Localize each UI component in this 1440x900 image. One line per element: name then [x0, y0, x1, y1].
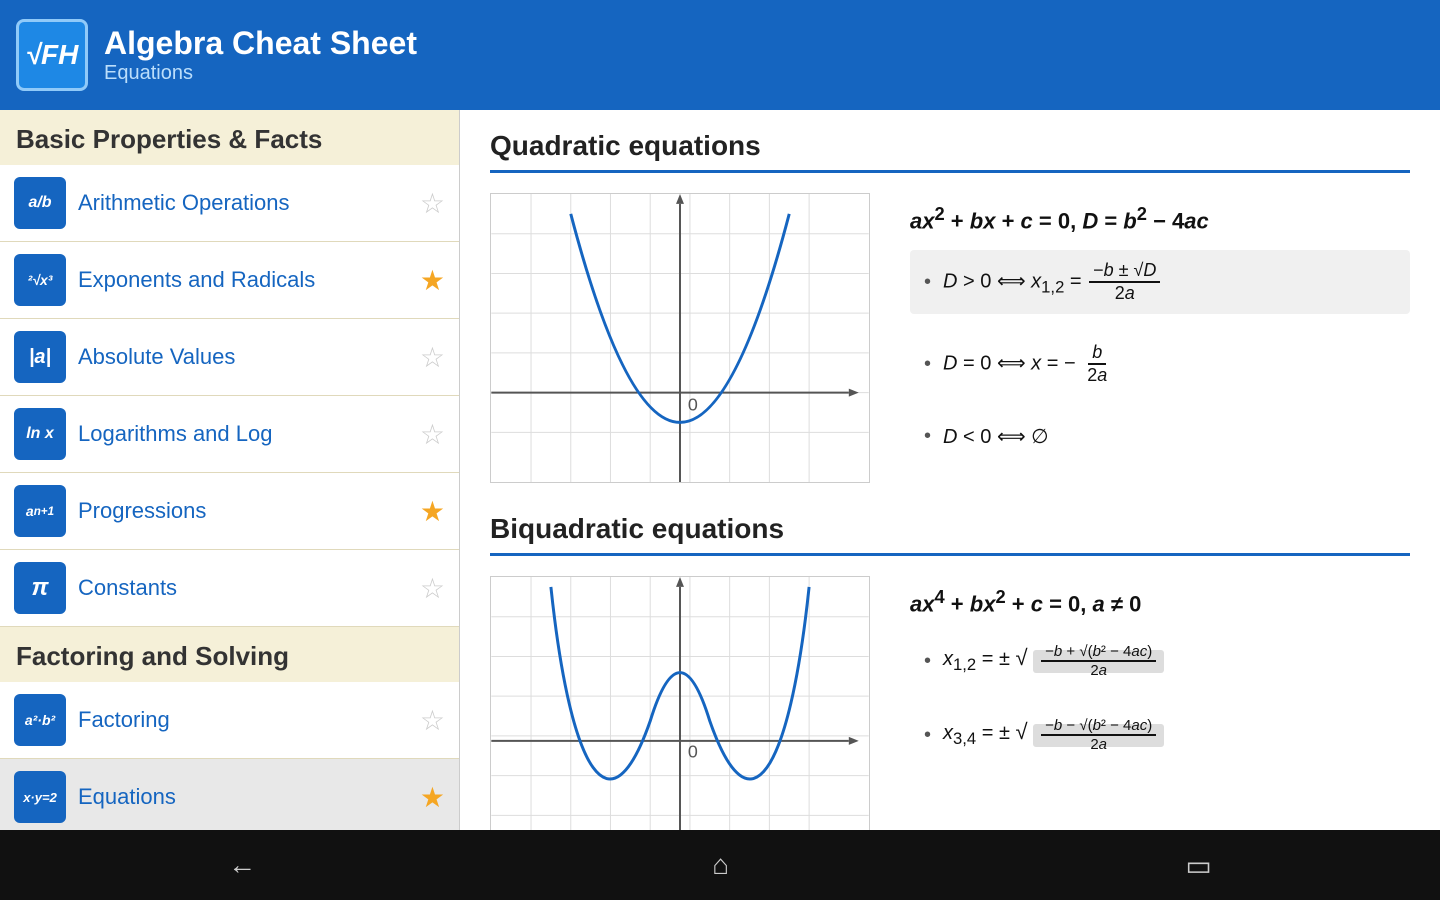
app-title-block: Algebra Cheat Sheet Equations: [104, 25, 417, 85]
sidebar-item-factoring[interactable]: a²·b² Factoring ☆: [0, 682, 459, 759]
quadratic-main-formula: ax2 + bx + c = 0, D = b2 − 4ac: [910, 203, 1410, 234]
formula-text-2: D = 0 ⟺ x = − b 2a: [943, 342, 1113, 386]
topbar: √FH Algebra Cheat Sheet Equations: [0, 0, 1440, 110]
sidebar-item-equations-label: Equations: [78, 784, 408, 810]
factoring-icon: a²·b²: [14, 694, 66, 746]
sidebar-item-logarithms-label: Logarithms and Log: [78, 421, 408, 447]
home-button[interactable]: ⌂: [712, 849, 729, 881]
arithmetic-star[interactable]: ☆: [420, 187, 445, 220]
quadratic-formula-2: • D = 0 ⟺ x = − b 2a: [910, 332, 1410, 396]
formula-text-3: D < 0 ⟺ ∅: [943, 424, 1049, 449]
svg-text:0: 0: [688, 742, 698, 762]
factoring-star[interactable]: ☆: [420, 704, 445, 737]
quadratic-formulas: ax2 + bx + c = 0, D = b2 − 4ac • D > 0 ⟺…: [910, 193, 1410, 477]
sidebar-item-arithmetic[interactable]: a/b Arithmetic Operations ☆: [0, 165, 459, 242]
section-header-factoring: Factoring and Solving: [0, 627, 459, 682]
biq-bullet-1: •: [924, 650, 931, 673]
sidebar-item-constants[interactable]: π Constants ☆: [0, 550, 459, 627]
logarithms-icon: ln x: [14, 408, 66, 460]
progressions-star[interactable]: ★: [420, 495, 445, 528]
quadratic-formula-1: • D > 0 ⟺ x1,2 = −b ± √D 2a: [910, 250, 1410, 314]
equations-star[interactable]: ★: [420, 781, 445, 814]
app-title: Algebra Cheat Sheet: [104, 25, 417, 62]
quadratic-section: Quadratic equations: [490, 130, 1410, 483]
biquadratic-layout: 0 ax4 + bx2 + c = 0, a ≠ 0 • x1,2 = ±: [490, 576, 1410, 830]
app-subtitle: Equations: [104, 62, 417, 85]
absolute-icon: |a|: [14, 331, 66, 383]
constants-icon: π: [14, 562, 66, 614]
logarithms-star[interactable]: ☆: [420, 418, 445, 451]
bullet-3: •: [924, 425, 931, 448]
sidebar-item-exponents[interactable]: ²√x³ Exponents and Radicals ★: [0, 242, 459, 319]
quadratic-formula-3: • D < 0 ⟺ ∅: [910, 414, 1410, 459]
formula-text-1: D > 0 ⟺ x1,2 = −b ± √D 2a: [943, 260, 1162, 304]
biquadratic-section: Biquadratic equations: [490, 513, 1410, 830]
bullet-2: •: [924, 353, 931, 376]
svg-text:0: 0: [688, 394, 698, 414]
sidebar-item-arithmetic-label: Arithmetic Operations: [78, 190, 408, 216]
sidebar-item-factoring-label: Factoring: [78, 707, 408, 733]
back-button[interactable]: ←: [228, 849, 256, 881]
bullet-1: •: [924, 271, 931, 294]
quadratic-graph: 0: [490, 193, 870, 483]
main-layout: Basic Properties & Facts a/b Arithmetic …: [0, 110, 1440, 830]
absolute-star[interactable]: ☆: [420, 341, 445, 374]
biq-bullet-2: •: [924, 724, 931, 747]
app-icon: √FH: [16, 19, 88, 91]
content-area: Quadratic equations: [460, 110, 1440, 830]
equations-icon: x·y=2: [14, 771, 66, 823]
constants-star[interactable]: ☆: [420, 572, 445, 605]
progressions-icon: an+1: [14, 485, 66, 537]
sidebar-item-absolute[interactable]: |a| Absolute Values ☆: [0, 319, 459, 396]
bottom-nav: ← ⌂ ▭: [0, 830, 1440, 900]
sidebar-item-exponents-label: Exponents and Radicals: [78, 267, 408, 293]
section-header-basic: Basic Properties & Facts: [0, 110, 459, 165]
quadratic-title: Quadratic equations: [490, 130, 1410, 173]
biq-formula-text-1: x1,2 = ± √ −b + √(b² − 4ac) 2a: [943, 643, 1164, 679]
sidebar-item-logarithms[interactable]: ln x Logarithms and Log ☆: [0, 396, 459, 473]
sidebar-item-absolute-label: Absolute Values: [78, 344, 408, 370]
exponents-star[interactable]: ★: [420, 264, 445, 297]
sidebar-item-constants-label: Constants: [78, 575, 408, 601]
sidebar: Basic Properties & Facts a/b Arithmetic …: [0, 110, 460, 830]
sidebar-item-progressions-label: Progressions: [78, 498, 408, 524]
biq-formula-text-2: x3,4 = ± √ −b − √(b² − 4ac) 2a: [943, 717, 1164, 753]
biquadratic-main-formula: ax4 + bx2 + c = 0, a ≠ 0: [910, 586, 1410, 617]
biquadratic-formulas: ax4 + bx2 + c = 0, a ≠ 0 • x1,2 = ± √ −b…: [910, 576, 1410, 781]
recents-button[interactable]: ▭: [1185, 849, 1211, 882]
biquadratic-formula-1: • x1,2 = ± √ −b + √(b² − 4ac) 2a: [910, 633, 1410, 689]
exponents-icon: ²√x³: [14, 254, 66, 306]
sidebar-item-equations[interactable]: x·y=2 Equations ★: [0, 759, 459, 830]
sidebar-item-progressions[interactable]: an+1 Progressions ★: [0, 473, 459, 550]
biquadratic-title: Biquadratic equations: [490, 513, 1410, 556]
arithmetic-icon: a/b: [14, 177, 66, 229]
biquadratic-formula-2: • x3,4 = ± √ −b − √(b² − 4ac) 2a: [910, 707, 1410, 763]
quadratic-layout: 0 ax2 + bx + c = 0, D = b2 − 4ac • D > 0…: [490, 193, 1410, 483]
biquadratic-graph: 0: [490, 576, 870, 830]
